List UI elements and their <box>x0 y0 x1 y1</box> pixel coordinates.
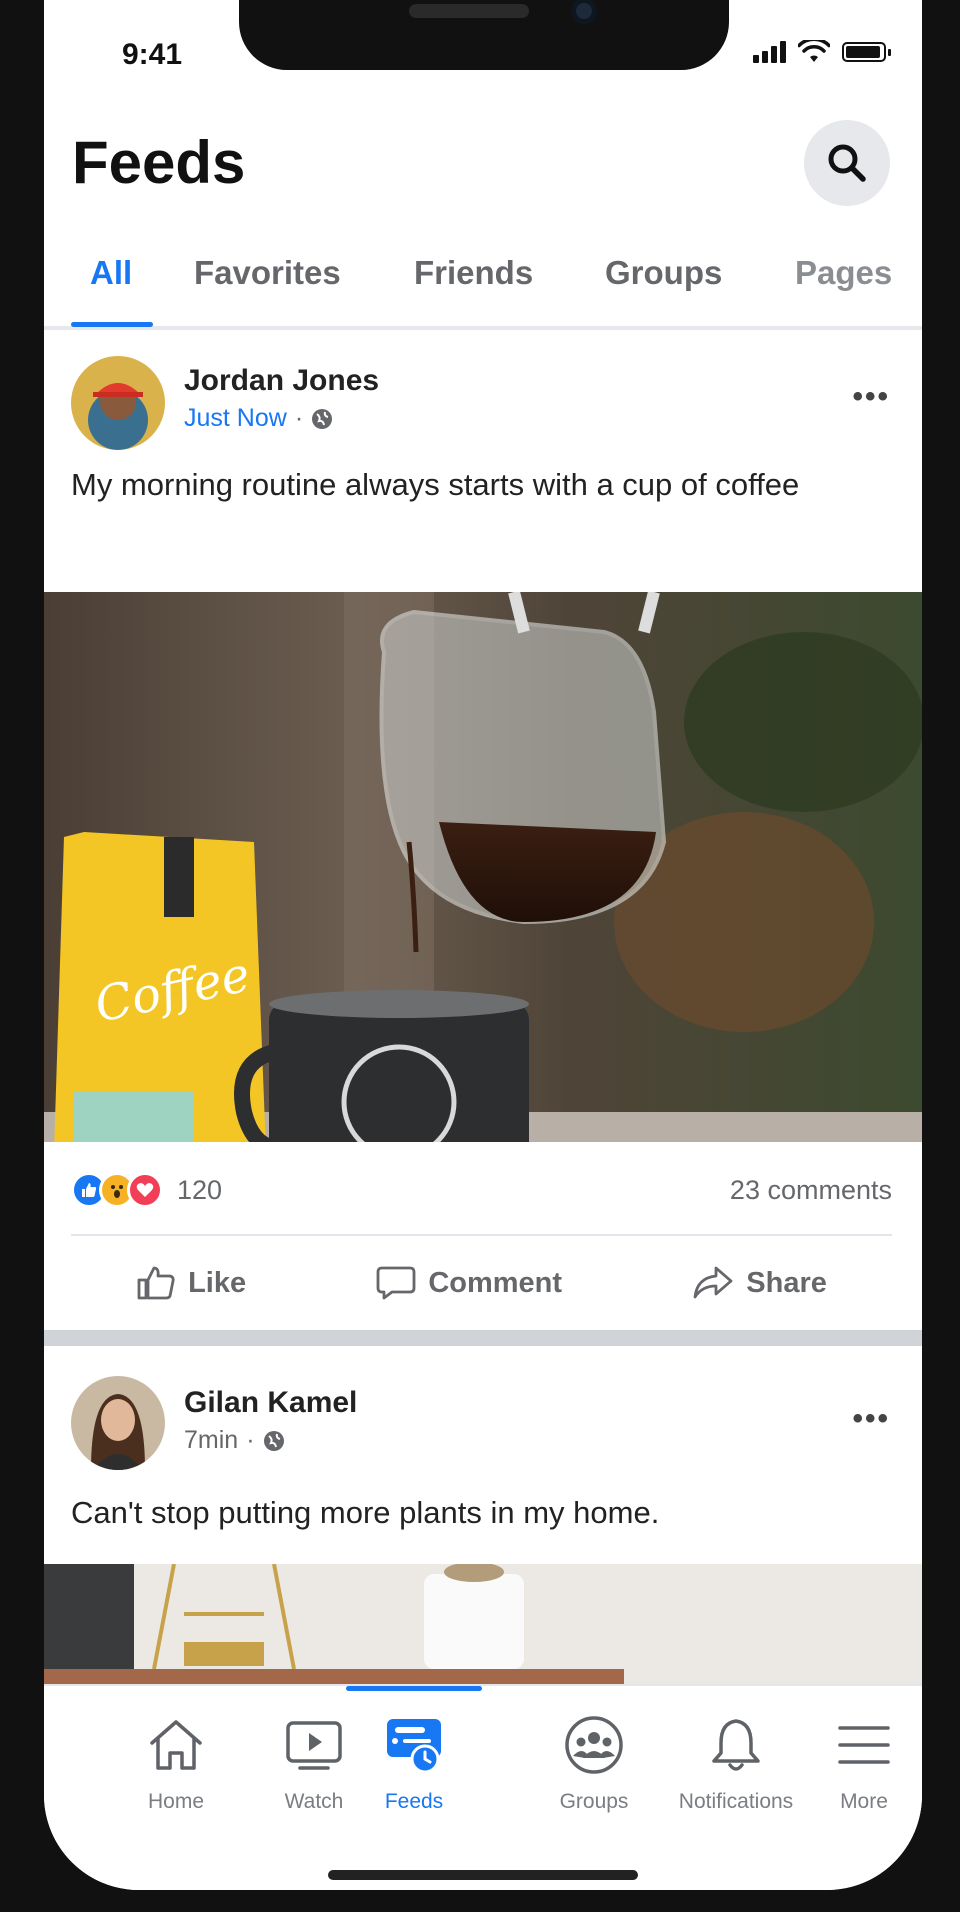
post-meta: 7min · <box>184 1426 285 1455</box>
wifi-icon <box>798 40 830 62</box>
nav-more[interactable]: More <box>804 1708 922 1814</box>
post-author[interactable]: Gilan Kamel <box>184 1386 357 1420</box>
globe-icon <box>263 1430 284 1451</box>
post-image[interactable]: Coffee <box>44 592 922 1142</box>
status-icons <box>753 40 891 64</box>
post-time: 7min <box>184 1426 239 1454</box>
like-label: Like <box>188 1266 247 1299</box>
groups-icon <box>565 1716 623 1774</box>
reaction-summary[interactable]: 120 <box>71 1172 222 1208</box>
thumbs-up-icon <box>137 1266 175 1300</box>
post-divider <box>44 1330 922 1346</box>
comment-icon <box>376 1266 416 1300</box>
comment-button[interactable]: Comment <box>376 1265 562 1301</box>
nav-groups[interactable]: Groups <box>524 1708 664 1814</box>
avatar[interactable] <box>71 1376 165 1470</box>
nav-groups-label: Groups <box>559 1790 629 1813</box>
page-title: Feeds <box>72 129 246 196</box>
avatar[interactable] <box>71 356 165 450</box>
menu-icon <box>838 1726 890 1764</box>
bottom-nav: Home Watch Feeds Groups Notifications Mo… <box>44 1684 922 1890</box>
home-indicator[interactable] <box>328 1870 638 1880</box>
share-label: Share <box>746 1266 827 1299</box>
reaction-count: 120 <box>177 1174 223 1205</box>
nav-more-label: More <box>840 1790 888 1813</box>
post-image[interactable] <box>44 1564 922 1686</box>
share-button[interactable]: Share <box>692 1265 827 1301</box>
globe-icon <box>312 408 333 429</box>
reactions-row: 120 23 comments <box>71 1170 892 1210</box>
post-card: Jordan Jones Just Now · ••• My morning r… <box>44 334 922 1334</box>
tab-pages[interactable]: Pages <box>795 254 892 292</box>
feed-tabs: All Favorites Friends Groups Pages <box>44 250 922 330</box>
post-more-button[interactable]: ••• <box>852 380 890 414</box>
notch <box>239 0 729 70</box>
watch-icon <box>286 1721 342 1770</box>
home-icon <box>150 1720 202 1770</box>
nav-feeds[interactable]: Feeds <box>344 1708 484 1814</box>
signal-icon <box>753 41 786 63</box>
like-button[interactable]: Like <box>136 1265 246 1301</box>
feeds-icon <box>387 1719 441 1774</box>
phone-frame: 9:41 Feeds All Favorites Friends Groups … <box>0 0 960 1912</box>
love-reaction-icon <box>127 1172 163 1208</box>
tab-all[interactable]: All <box>90 254 132 292</box>
search-button[interactable] <box>804 120 890 206</box>
post-actions: Like Comment Share <box>71 1234 892 1330</box>
tab-friends[interactable]: Friends <box>414 254 533 292</box>
comments-count[interactable]: 23 comments <box>730 1175 892 1206</box>
post-text: Can't stop putting more plants in my hom… <box>71 1495 660 1530</box>
active-tab-indicator <box>71 322 153 327</box>
tab-groups[interactable]: Groups <box>605 254 722 292</box>
nav-feeds-label: Feeds <box>384 1790 444 1813</box>
post-author[interactable]: Jordan Jones <box>184 364 379 398</box>
share-icon <box>693 1266 733 1299</box>
comment-label: Comment <box>428 1266 563 1299</box>
screen: 9:41 Feeds All Favorites Friends Groups … <box>44 0 922 1890</box>
status-time: 9:41 <box>122 38 183 71</box>
search-icon <box>828 144 866 182</box>
post-time: Just Now <box>184 404 287 432</box>
post-meta: Just Now · <box>184 404 333 433</box>
nav-notifications[interactable]: Notifications <box>656 1708 816 1814</box>
post-more-button[interactable]: ••• <box>852 1402 890 1436</box>
post-text: My morning routine always starts with a … <box>71 467 800 502</box>
nav-active-indicator <box>346 1686 482 1691</box>
nav-notifications-label: Notifications <box>678 1790 794 1813</box>
nav-home-label: Home <box>147 1790 205 1813</box>
post-card: Gilan Kamel 7min · ••• Can't stop puttin… <box>44 1346 922 1686</box>
bell-icon <box>712 1719 760 1771</box>
nav-home[interactable]: Home <box>106 1708 246 1814</box>
tab-favorites[interactable]: Favorites <box>194 254 341 292</box>
battery-icon <box>842 42 891 62</box>
